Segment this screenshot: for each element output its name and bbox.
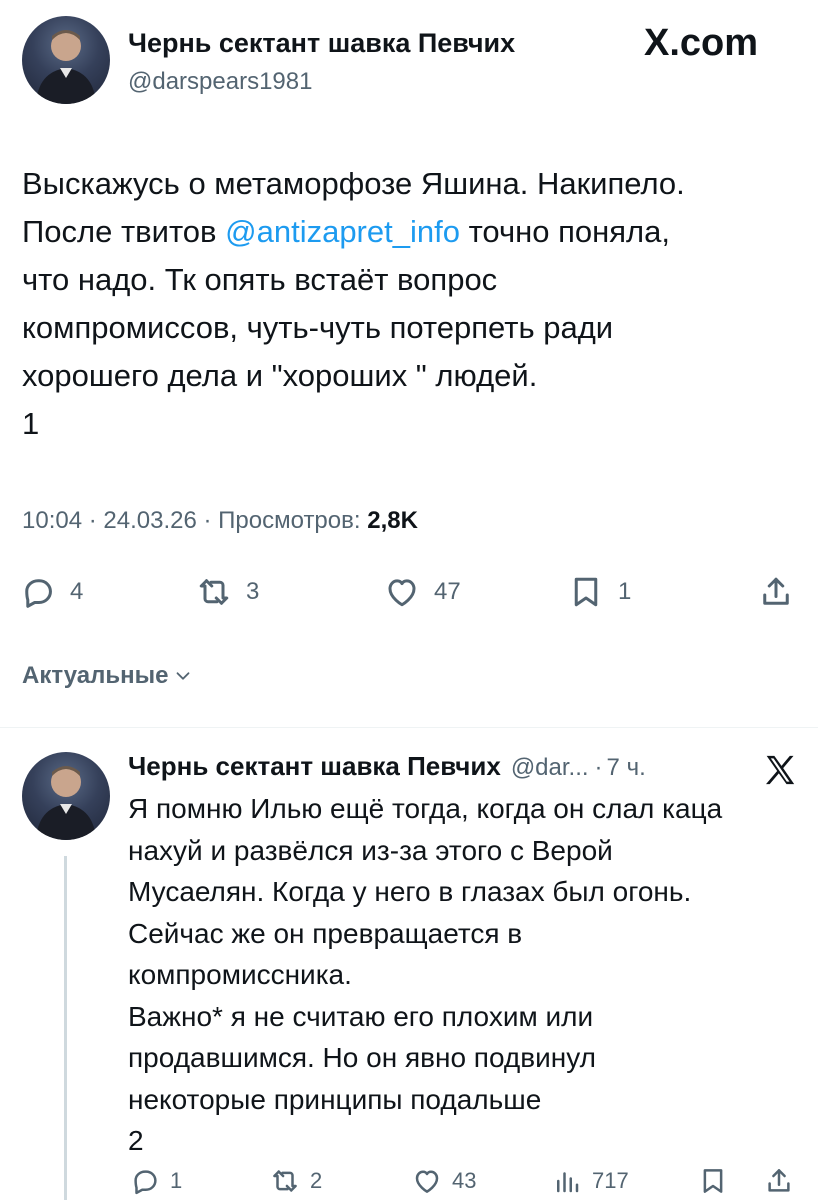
tweet-line-text: После твитов bbox=[22, 214, 226, 249]
author-handle[interactable]: @darspears1981 bbox=[128, 68, 312, 96]
retweet-count: 2 bbox=[310, 1168, 323, 1193]
like-count: 43 bbox=[452, 1168, 477, 1193]
share-icon bbox=[768, 1169, 790, 1192]
reply-text: Я помню Илью ещё тогда, когда он слал ка… bbox=[128, 788, 808, 1162]
tweet-line: После твитов @antizapret_info точно поня… bbox=[22, 208, 812, 256]
tweet-date[interactable]: 24.03.26 bbox=[103, 507, 196, 534]
avatar-image bbox=[36, 766, 96, 840]
views-count: 717 bbox=[592, 1168, 629, 1193]
reply-count: 1 bbox=[170, 1168, 183, 1193]
reply-line: продавшимся. Но он явно подвинул bbox=[128, 1042, 596, 1073]
reply-retweet-button[interactable]: 2 bbox=[270, 1166, 322, 1196]
retweet-icon bbox=[199, 579, 229, 605]
retweet-count: 3 bbox=[246, 578, 260, 605]
retweet-icon bbox=[273, 1170, 297, 1192]
like-count: 47 bbox=[434, 578, 461, 605]
tweet-meta: 10:04 · 24.03.26 · Просмотров: 2,8K bbox=[22, 507, 418, 535]
views-count: 2,8K bbox=[367, 507, 418, 534]
reply-line: Сейчас же он превращается в bbox=[128, 917, 523, 949]
reply-reply-button[interactable]: 1 bbox=[130, 1166, 182, 1196]
reply-line: некоторые принципы подальше bbox=[128, 1083, 542, 1115]
bookmark-count: 1 bbox=[618, 578, 632, 605]
mention-link[interactable]: @antizapret_info bbox=[225, 214, 460, 249]
views-label: Просмотров: bbox=[218, 507, 361, 534]
reply-avatar[interactable] bbox=[22, 752, 110, 840]
tweet-time[interactable]: 10:04 bbox=[22, 507, 82, 534]
reply-author-handle[interactable]: @dar... bbox=[511, 754, 589, 782]
tweet-line: хорошего дела и "хороших " людей. bbox=[22, 358, 538, 393]
reply-header: Чернь сектант шавка Певчих @dar... · 7 ч… bbox=[128, 751, 646, 782]
heart-icon bbox=[415, 1170, 439, 1193]
reply-icon bbox=[134, 1170, 157, 1195]
tweet-line-text: точно поняла, bbox=[459, 214, 670, 249]
avatar[interactable] bbox=[22, 16, 110, 104]
sort-selector[interactable]: Актуальные bbox=[22, 662, 194, 690]
reply-line: Мусаелян. Когда у него в глазах был огон… bbox=[128, 876, 692, 907]
reply-time[interactable]: 7 ч. bbox=[607, 754, 646, 782]
tweet-line: 1 bbox=[22, 406, 40, 441]
reply-count: 4 bbox=[70, 578, 84, 605]
reply-line: компромиссника. bbox=[128, 959, 352, 990]
reply-line: Я помню Илью ещё тогда, когда он слал ка… bbox=[128, 793, 723, 824]
meta-separator: · bbox=[594, 754, 603, 781]
reply-button[interactable]: 4 bbox=[20, 574, 83, 610]
tweet-text: Выскажусь о метаморфозе Яшина. Накипело.… bbox=[22, 160, 812, 448]
x-icon bbox=[760, 750, 800, 790]
reply-line: нахуй и развёлся из-за этого с Верой bbox=[128, 834, 613, 866]
avatar-image bbox=[36, 30, 96, 104]
reply-line: Важно* я не считаю его плохим или bbox=[128, 1000, 594, 1032]
bookmark-icon bbox=[574, 577, 598, 607]
reply-author-name[interactable]: Чернь сектант шавка Певчих bbox=[128, 751, 501, 782]
bookmark-icon bbox=[703, 1169, 723, 1193]
meta-separator: · bbox=[203, 507, 212, 534]
meta-separator: · bbox=[88, 507, 97, 534]
thread-line bbox=[64, 856, 67, 1200]
author-name[interactable]: Чернь сектант шавка Певчих bbox=[128, 28, 515, 59]
heart-icon bbox=[388, 579, 416, 607]
bookmark-button[interactable]: 1 bbox=[568, 574, 631, 610]
reply-line: 2 bbox=[128, 1125, 144, 1156]
divider bbox=[0, 727, 818, 728]
reply-views-button[interactable]: 717 bbox=[552, 1166, 629, 1196]
tweet-line: Выскажусь о метаморфозе Яшина. Накипело. bbox=[22, 166, 685, 201]
like-button[interactable]: 47 bbox=[384, 574, 461, 610]
retweet-button[interactable]: 3 bbox=[196, 574, 259, 610]
reply-bookmark-button[interactable] bbox=[698, 1166, 728, 1196]
tweet-line: что надо. Тк опять встаёт вопрос bbox=[22, 262, 498, 297]
reply-share-button[interactable] bbox=[764, 1166, 794, 1196]
views-icon bbox=[557, 1172, 579, 1193]
tweet-line: компромиссов, чуть-чуть потерпеть ради bbox=[22, 310, 614, 345]
sort-label: Актуальные bbox=[22, 662, 169, 689]
x-logo: X.com bbox=[644, 22, 759, 64]
share-button[interactable] bbox=[758, 574, 794, 610]
reply-like-button[interactable]: 43 bbox=[412, 1166, 476, 1196]
share-icon bbox=[763, 577, 789, 605]
chevron-down-icon bbox=[177, 672, 190, 680]
reply-icon bbox=[25, 579, 52, 608]
